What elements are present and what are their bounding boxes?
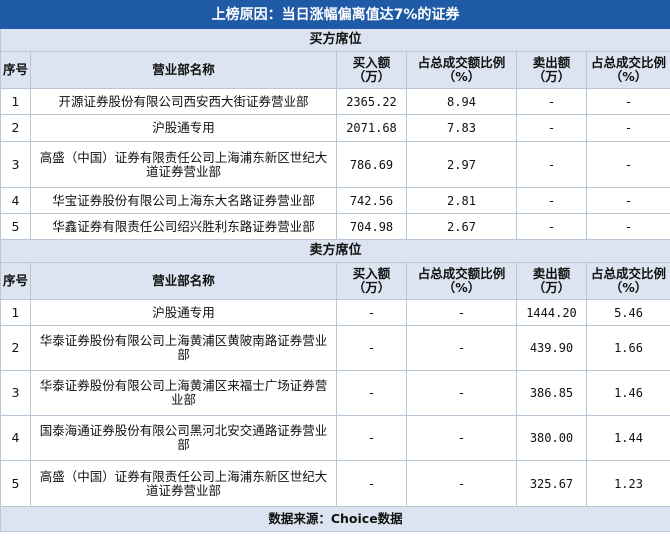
table-row: 3 华泰证券股份有限公司上海黄浦区来福士广场证券营业部 - - 386.85 1… — [0, 370, 670, 416]
row-buy: 704.98 — [336, 213, 407, 240]
row-sell: - — [516, 187, 587, 214]
col-header-sell-pct: 占总成交比例（%） — [585, 262, 670, 300]
table-row: 2 沪股通专用 2071.68 7.83 - - — [0, 114, 670, 142]
table-row: 5 高盛（中国）证券有限责任公司上海浦东新区世纪大道证券营业部 - - 325.… — [0, 460, 670, 507]
row-sell: - — [516, 213, 587, 240]
row-name: 华鑫证券有限责任公司绍兴胜利东路证券营业部 — [30, 213, 337, 240]
row-no: 4 — [0, 415, 31, 461]
row-name: 高盛（中国）证券有限责任公司上海浦东新区世纪大道证券营业部 — [30, 460, 337, 507]
row-buy: 2365.22 — [336, 88, 407, 115]
row-sell-pct: - — [585, 114, 670, 142]
data-source-note: 数据来源：Choice数据 — [0, 506, 670, 532]
col-header-name: 营业部名称 — [30, 51, 337, 89]
row-buy-pct: 2.67 — [406, 213, 517, 240]
row-sell-pct: - — [585, 213, 670, 240]
col-header-buy-pct: 占总成交额比例（%） — [406, 262, 517, 300]
row-no: 3 — [0, 141, 31, 188]
table-row: 2 华泰证券股份有限公司上海黄浦区黄陂南路证券营业部 - - 439.90 1.… — [0, 325, 670, 371]
col-header-no: 序号 — [0, 51, 31, 89]
row-sell: - — [516, 141, 587, 188]
table-row: 1 沪股通专用 - - 1444.20 5.46 — [0, 299, 670, 326]
col-header-sell-pct: 占总成交比例（%） — [585, 51, 670, 89]
row-name: 沪股通专用 — [30, 299, 337, 326]
row-sell: 439.90 — [516, 325, 587, 371]
row-buy: 786.69 — [336, 141, 407, 188]
row-sell-pct: 1.46 — [585, 370, 670, 416]
row-sell-pct: - — [585, 141, 670, 188]
row-buy-pct: 2.97 — [406, 141, 517, 188]
table-row: 4 国泰海通证券股份有限公司黑河北安交通路证券营业部 - - 380.00 1.… — [0, 415, 670, 461]
row-name: 国泰海通证券股份有限公司黑河北安交通路证券营业部 — [30, 415, 337, 461]
row-buy-pct: - — [406, 370, 517, 416]
row-sell: 325.67 — [516, 460, 587, 507]
col-header-buy: 买入额（万） — [336, 51, 407, 89]
row-sell-pct: 5.46 — [585, 299, 670, 326]
table-row: 4 华宝证券股份有限公司上海东大名路证券营业部 742.56 2.81 - - — [0, 187, 670, 214]
col-header-buy-pct: 占总成交额比例（%） — [406, 51, 517, 89]
sell-section-label: 卖方席位 — [0, 239, 670, 263]
footer-row: 数据来源：Choice数据 — [0, 506, 670, 532]
row-no: 2 — [0, 325, 31, 371]
row-no: 2 — [0, 114, 31, 142]
col-header-name: 营业部名称 — [30, 262, 337, 300]
row-sell: 386.85 — [516, 370, 587, 416]
sell-header-row: 序号 营业部名称 买入额（万） 占总成交额比例（%） 卖出额（万） 占总成交比例… — [0, 262, 670, 300]
row-buy: - — [336, 299, 407, 326]
row-name: 华泰证券股份有限公司上海黄浦区来福士广场证券营业部 — [30, 370, 337, 416]
row-sell-pct: - — [585, 88, 670, 115]
row-buy-pct: 7.83 — [406, 114, 517, 142]
row-sell: 380.00 — [516, 415, 587, 461]
row-buy: - — [336, 325, 407, 371]
row-no: 5 — [0, 460, 31, 507]
row-buy: - — [336, 370, 407, 416]
buy-section-row: 买方席位 — [0, 28, 670, 52]
row-no: 1 — [0, 88, 31, 115]
dragon-tiger-table: 上榜原因：当日涨幅偏离值达7%的证券 买方席位 序号 营业部名称 买入额（万） … — [0, 0, 670, 532]
row-name: 华宝证券股份有限公司上海东大名路证券营业部 — [30, 187, 337, 214]
row-sell-pct: - — [585, 187, 670, 214]
row-no: 4 — [0, 187, 31, 214]
row-no: 3 — [0, 370, 31, 416]
row-sell-pct: 1.66 — [585, 325, 670, 371]
col-header-buy: 买入额（万） — [336, 262, 407, 300]
table-title: 上榜原因：当日涨幅偏离值达7%的证券 — [0, 0, 670, 29]
row-buy: 2071.68 — [336, 114, 407, 142]
row-sell: - — [516, 88, 587, 115]
row-name: 华泰证券股份有限公司上海黄浦区黄陂南路证券营业部 — [30, 325, 337, 371]
sell-section-row: 卖方席位 — [0, 239, 670, 263]
title-row: 上榜原因：当日涨幅偏离值达7%的证券 — [0, 0, 670, 29]
table-row: 3 高盛（中国）证券有限责任公司上海浦东新区世纪大道证券营业部 786.69 2… — [0, 141, 670, 188]
row-sell: 1444.20 — [516, 299, 587, 326]
table-row: 1 开源证券股份有限公司西安西大街证券营业部 2365.22 8.94 - - — [0, 88, 670, 115]
row-name: 开源证券股份有限公司西安西大街证券营业部 — [30, 88, 337, 115]
row-buy: 742.56 — [336, 187, 407, 214]
buy-header-row: 序号 营业部名称 买入额（万） 占总成交额比例（%） 卖出额（万） 占总成交比例… — [0, 51, 670, 89]
col-header-no: 序号 — [0, 262, 31, 300]
row-sell-pct: 1.23 — [585, 460, 670, 507]
buy-section-label: 买方席位 — [0, 28, 670, 52]
row-buy-pct: - — [406, 299, 517, 326]
col-header-sell: 卖出额（万） — [516, 262, 587, 300]
row-buy-pct: - — [406, 325, 517, 371]
col-header-sell: 卖出额（万） — [516, 51, 587, 89]
row-buy-pct: 2.81 — [406, 187, 517, 214]
row-buy-pct: - — [406, 460, 517, 507]
table-row: 5 华鑫证券有限责任公司绍兴胜利东路证券营业部 704.98 2.67 - - — [0, 213, 670, 240]
row-no: 5 — [0, 213, 31, 240]
row-name: 沪股通专用 — [30, 114, 337, 142]
row-no: 1 — [0, 299, 31, 326]
row-buy: - — [336, 460, 407, 507]
row-sell: - — [516, 114, 587, 142]
row-name: 高盛（中国）证券有限责任公司上海浦东新区世纪大道证券营业部 — [30, 141, 337, 188]
row-sell-pct: 1.44 — [585, 415, 670, 461]
row-buy-pct: 8.94 — [406, 88, 517, 115]
row-buy-pct: - — [406, 415, 517, 461]
row-buy: - — [336, 415, 407, 461]
